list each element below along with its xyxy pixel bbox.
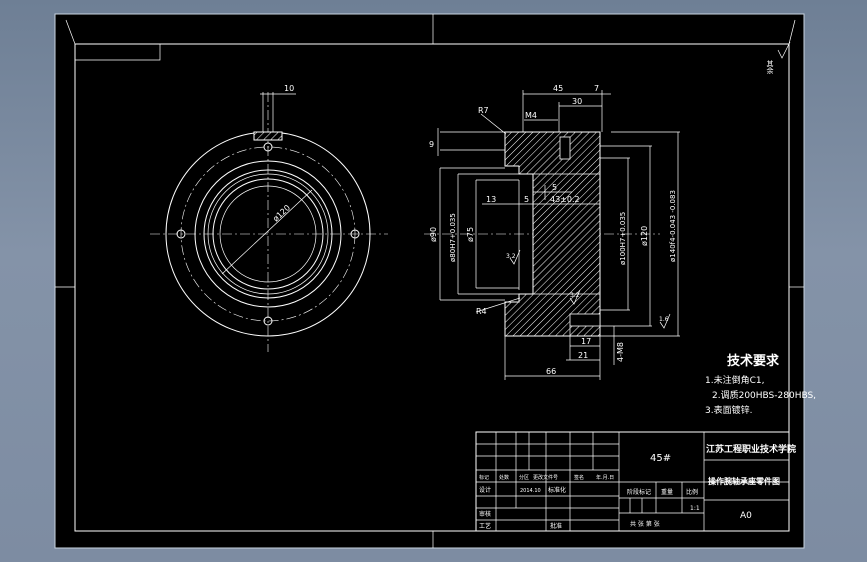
sec-dim-d120: ø120 (640, 226, 649, 246)
svg-text:1.6: 1.6 (659, 316, 669, 323)
tech-req-item-1: 1.未注倒角C1, (705, 374, 764, 386)
svg-text:3.2: 3.2 (570, 292, 580, 299)
stage-label: 阶段标记 (627, 488, 651, 496)
sec-dim-43: 43±0.2 (550, 195, 580, 204)
scale-value: 1:1 (690, 505, 700, 512)
sec-dim-5b: 5 (552, 183, 557, 192)
tech-req-title: 技术要求 (727, 353, 780, 369)
sec-dim-17: 17 (581, 337, 591, 346)
sec-label-r7: R7 (478, 106, 489, 115)
sec-dim-d140: ø140f4-0.043 -0.083 (669, 190, 677, 262)
sec-label-m4: M4 (525, 111, 537, 120)
sec-dim-d90: ø90 (429, 227, 438, 242)
weight-label: 重量 (661, 488, 673, 496)
roughness-note-text: 其余 (766, 60, 774, 75)
sheets-label: 共 张 第 张 (630, 520, 660, 528)
left-dim-10: 10 (284, 84, 294, 93)
svg-text:3.2: 3.2 (506, 253, 516, 260)
sec-dim-21: 21 (578, 351, 588, 360)
sec-dim-5a: 5 (524, 195, 529, 204)
sec-dim-45: 45 (553, 84, 563, 93)
row-label-date: 年.月.日 (596, 474, 614, 481)
sec-dim-7: 7 (594, 84, 599, 93)
sec-label-r4: R4 (476, 307, 487, 316)
scale-label: 比例 (686, 488, 698, 496)
design-date: 2014.10 (520, 488, 541, 494)
row-label-zone: 分区 (519, 474, 529, 481)
sec-dim-66: 66 (546, 367, 556, 376)
designer-label: 设计 (479, 486, 491, 494)
approve-label: 批准 (550, 522, 562, 530)
tech-req-item-2: 2.调质200HBS-280HBS, (712, 389, 816, 401)
sheet-size: A0 (740, 511, 752, 521)
sec-dim-d100: ø100H7+0.035 (619, 212, 627, 265)
row-label-count: 处数 (499, 474, 509, 481)
sec-dim-30: 30 (572, 97, 582, 106)
check-label: 审核 (479, 510, 491, 518)
drawing-name: 操作腕轴承座零件图 (708, 476, 780, 486)
sec-dim-d80: ø80H7+0.035 (449, 213, 457, 262)
row-label-mark: 标记 (479, 474, 489, 481)
row-label-change-doc: 更改文件号 (533, 474, 558, 481)
sec-dim-13: 13 (486, 195, 496, 204)
tech-req-item-3: 3.表面镀锌. (705, 404, 752, 416)
sec-dim-d75: ø75 (466, 227, 475, 242)
standard-label: 标准化 (548, 486, 566, 494)
row-label-sign: 签名 (574, 474, 584, 481)
sec-dim-m8: 4-M8 (616, 342, 625, 362)
sec-dim-9: 9 (429, 140, 434, 149)
material: 45# (650, 453, 671, 464)
school-name: 江苏工程职业技术学院 (706, 443, 796, 455)
process-label: 工艺 (479, 522, 491, 530)
drawing-canvas: 其余 10 ø120 45 7 30 M4 R7 9 ø90 ø80H7+0.0… (54, 13, 816, 549)
drawing-sheet (54, 13, 805, 549)
